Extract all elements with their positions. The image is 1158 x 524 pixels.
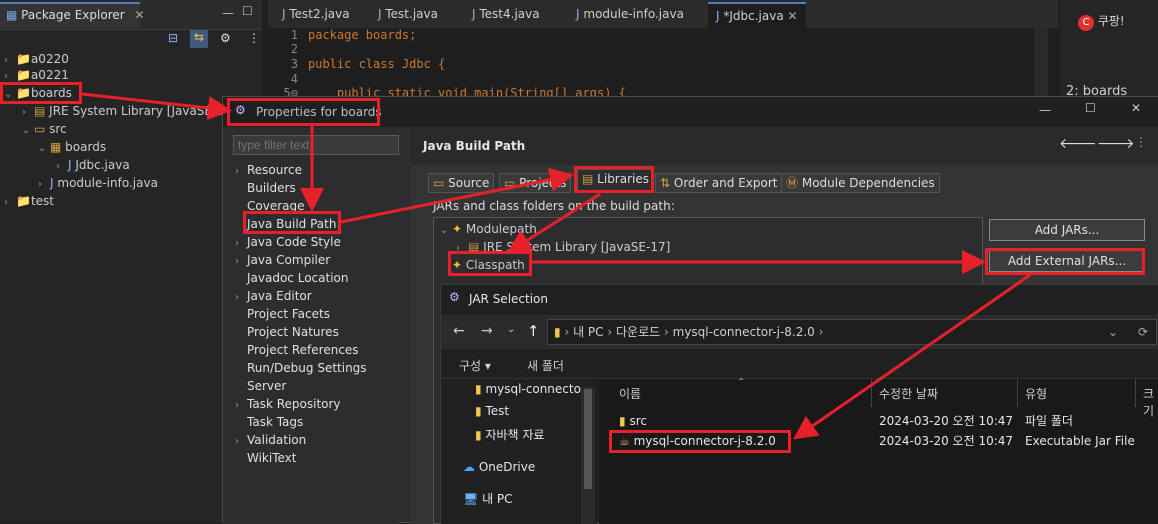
arrow-build-path-to-libraries	[340, 167, 574, 224]
arrow-libraries-to-classpath	[506, 192, 601, 254]
arrow-boards-to-properties	[81, 92, 232, 120]
annotation-arrows	[81, 92, 1031, 440]
arrow-add-external-to-jar	[793, 273, 1031, 440]
